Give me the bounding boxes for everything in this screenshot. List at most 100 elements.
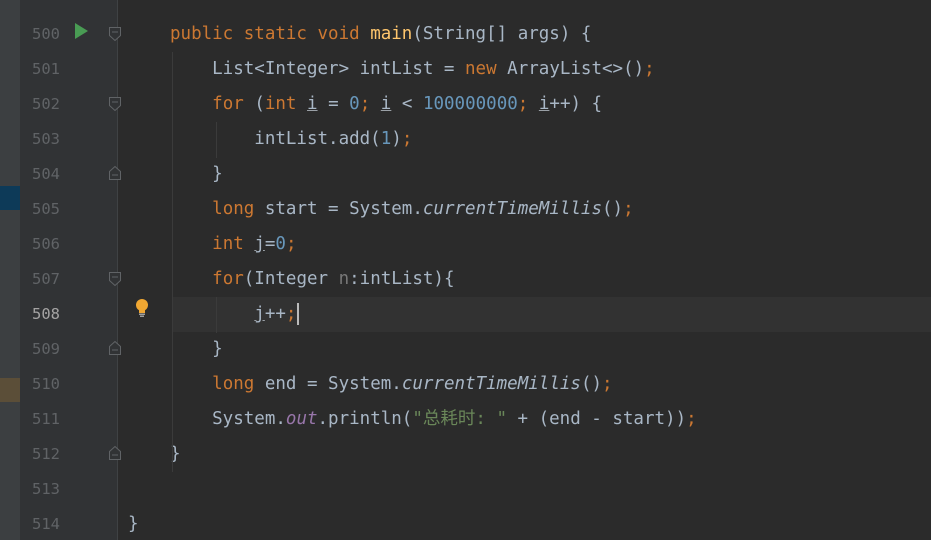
- code-line[interactable]: 512}: [0, 437, 931, 472]
- code-token: start = System.: [264, 199, 423, 219]
- line-number: 500: [32, 25, 60, 43]
- code-line[interactable]: 501 List<Integer> intList = new ArrayLis…: [0, 52, 931, 87]
- code-text[interactable]: }: [128, 507, 139, 540]
- line-number: 502: [32, 95, 60, 113]
- code-token: 100000000: [422, 94, 518, 114]
- code-token: i: [307, 94, 318, 114]
- code-text[interactable]: intList.add(1);: [170, 122, 412, 157]
- code-token: ): [391, 129, 402, 149]
- code-line[interactable]: 510 long end = System.currentTimeMillis(…: [0, 367, 931, 402]
- fold-marker-icon[interactable]: [109, 27, 121, 41]
- code-text[interactable]: j++;: [170, 297, 300, 332]
- code-line[interactable]: 505 long start = System.currentTimeMilli…: [0, 192, 931, 227]
- fold-marker-icon[interactable]: [109, 272, 121, 286]
- line-number: 505: [32, 200, 60, 218]
- code-token: i: [380, 94, 392, 114]
- code-token: ;: [623, 199, 634, 219]
- line-number: 514: [32, 515, 60, 533]
- code-token: ++) {: [549, 94, 603, 114]
- code-token: (Integer: [243, 269, 339, 289]
- code-text[interactable]: List<Integer> intList = new ArrayList<>(…: [170, 52, 655, 87]
- code-token: long: [212, 199, 265, 219]
- code-token: ;: [686, 409, 697, 429]
- code-token: ;: [359, 94, 381, 114]
- line-number: 506: [32, 235, 60, 253]
- line-number: 504: [32, 165, 60, 183]
- code-token: }: [170, 339, 223, 359]
- code-token: ++: [264, 304, 286, 324]
- code-token: 1: [380, 129, 392, 149]
- code-line[interactable]: 506 int j=0;: [0, 227, 931, 262]
- code-line[interactable]: 504 }: [0, 157, 931, 192]
- indent-guide: [216, 297, 217, 333]
- code-token: }: [128, 514, 139, 534]
- code-token: 0: [349, 94, 360, 114]
- line-number: 512: [32, 445, 60, 463]
- code-token: out: [285, 409, 318, 429]
- code-token: ;: [401, 129, 413, 149]
- code-token: (String[] args) {: [412, 24, 592, 44]
- code-token: end = System.: [264, 374, 402, 394]
- code-line[interactable]: 502 for (int i = 0; i < 100000000; i++) …: [0, 87, 931, 122]
- code-token: (: [254, 94, 265, 114]
- code-text[interactable]: public static void main(String[] args) {: [170, 17, 591, 52]
- line-number: 503: [32, 130, 60, 148]
- code-text[interactable]: for (int i = 0; i < 100000000; i++) {: [170, 87, 602, 122]
- code-line[interactable]: 507 for(Integer n:intList){: [0, 262, 931, 297]
- line-number: 511: [32, 410, 60, 428]
- code-token: 0: [275, 234, 286, 254]
- code-line[interactable]: 514}: [0, 507, 931, 540]
- code-token: currentTimeMillis: [422, 199, 603, 219]
- code-token: =: [317, 94, 350, 114]
- code-text[interactable]: }: [170, 157, 223, 192]
- code-line[interactable]: 503 intList.add(1);: [0, 122, 931, 157]
- code-token: ;: [285, 234, 297, 254]
- code-token: }: [170, 164, 223, 184]
- fold-marker-icon[interactable]: [109, 97, 121, 111]
- code-text[interactable]: System.out.println("总耗时: " + (end - star…: [170, 402, 697, 437]
- line-number: 513: [32, 480, 60, 498]
- code-token: :intList){: [349, 269, 455, 289]
- code-line[interactable]: 513: [0, 472, 931, 507]
- code-editor[interactable]: 499 500 public static void main(String[] …: [0, 0, 931, 540]
- code-token: new: [465, 59, 508, 79]
- line-number: 508: [32, 305, 60, 323]
- code-token: ;: [644, 59, 655, 79]
- code-text[interactable]: long start = System.currentTimeMillis();: [170, 192, 634, 227]
- code-token: int: [212, 234, 255, 254]
- code-text[interactable]: int j=0;: [170, 227, 297, 262]
- code-token: n: [338, 269, 350, 289]
- line-number: 501: [32, 60, 60, 78]
- code-token: ArrayList<>(): [507, 59, 645, 79]
- line-number: 510: [32, 375, 60, 393]
- code-token: long: [212, 374, 265, 394]
- code-token: ;: [517, 94, 539, 114]
- code-token: intList.add(: [170, 129, 381, 149]
- code-token: <: [391, 94, 423, 114]
- line-number: 507: [32, 270, 60, 288]
- fold-marker-icon[interactable]: [109, 341, 121, 355]
- line-number: 509: [32, 340, 60, 358]
- run-triangle-icon[interactable]: [75, 23, 88, 39]
- code-token: j: [254, 234, 265, 254]
- code-token: for: [212, 269, 244, 289]
- indent-guide: [216, 122, 217, 158]
- code-token: System.: [170, 409, 286, 429]
- fold-marker-icon[interactable]: [109, 446, 121, 460]
- fold-marker-icon[interactable]: [109, 166, 121, 180]
- code-text[interactable]: long end = System.currentTimeMillis();: [170, 367, 613, 402]
- code-text[interactable]: }: [170, 332, 223, 367]
- code-text[interactable]: for(Integer n:intList){: [170, 262, 455, 297]
- code-token: ;: [602, 374, 613, 394]
- code-token: public static void: [170, 24, 371, 44]
- code-token: main: [370, 24, 413, 44]
- code-token: i: [538, 94, 550, 114]
- code-line[interactable]: 511 System.out.println("总耗时: " + (end - …: [0, 402, 931, 437]
- lightbulb-icon[interactable]: [134, 298, 150, 318]
- code-line[interactable]: 509 }: [0, 332, 931, 367]
- code-line[interactable]: 500 public static void main(String[] args…: [0, 17, 931, 52]
